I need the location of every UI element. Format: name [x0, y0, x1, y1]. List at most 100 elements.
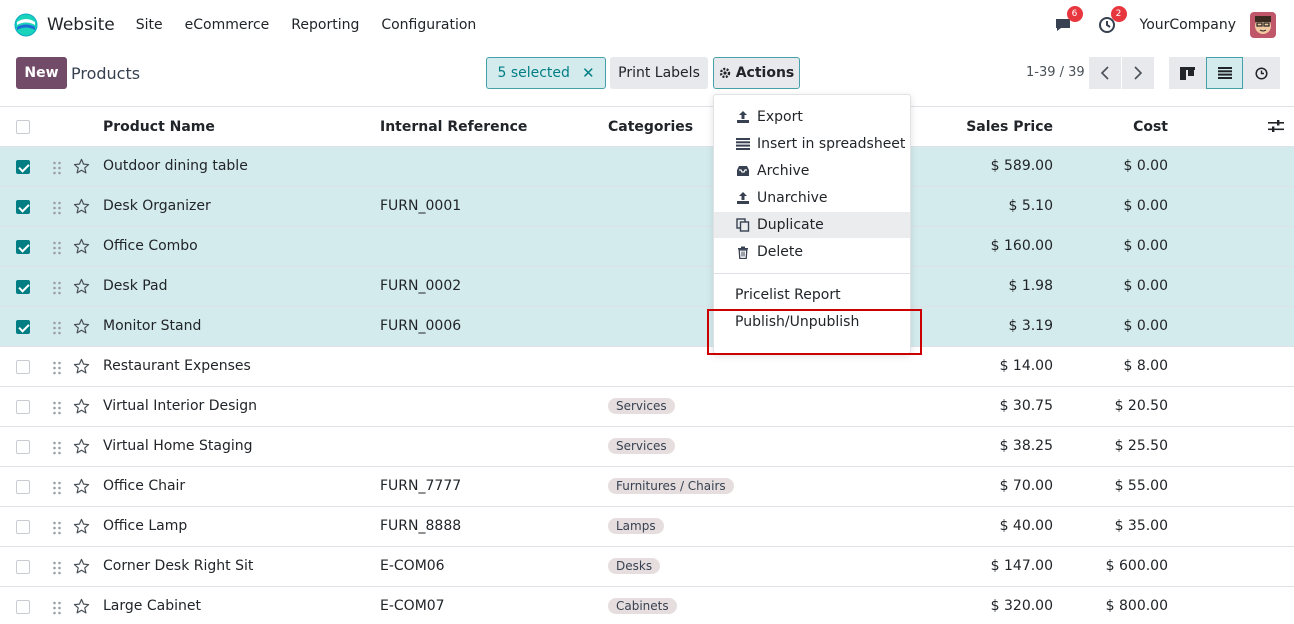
menu-ecommerce[interactable]: eCommerce	[185, 17, 270, 33]
star-icon[interactable]	[73, 278, 90, 295]
trash-icon	[735, 244, 751, 260]
table-row[interactable]: Office Lamp FURN_8888 Lamps $ 40.00 $ 35.00	[0, 507, 1294, 547]
drag-handle-icon[interactable]	[52, 161, 62, 175]
cell-sales-price: $ 38.25	[999, 438, 1053, 454]
column-header-sales-price[interactable]: Sales Price	[953, 119, 1053, 135]
copy-icon	[735, 217, 751, 233]
star-icon[interactable]	[73, 438, 90, 455]
row-checkbox[interactable]	[16, 400, 30, 414]
table-row[interactable]: Desk Organizer FURN_0001 $ 5.10 $ 0.00	[0, 187, 1294, 227]
row-checkbox[interactable]	[16, 600, 30, 614]
drag-handle-icon[interactable]	[52, 601, 62, 615]
star-icon[interactable]	[73, 598, 90, 615]
menu-item-archive[interactable]: Archive	[714, 158, 910, 184]
table-row[interactable]: Restaurant Expenses $ 14.00 $ 8.00	[0, 347, 1294, 387]
row-checkbox[interactable]	[16, 280, 30, 294]
star-icon[interactable]	[73, 318, 90, 335]
upload-icon	[735, 190, 751, 206]
menu-item-delete[interactable]: Delete	[714, 239, 910, 265]
drag-handle-icon[interactable]	[52, 321, 62, 335]
user-avatar[interactable]	[1250, 12, 1276, 38]
menu-site[interactable]: Site	[136, 17, 163, 33]
drag-handle-icon[interactable]	[52, 201, 62, 215]
kanban-view-button[interactable]	[1169, 57, 1206, 89]
new-button[interactable]: New	[16, 57, 67, 89]
row-checkbox[interactable]	[16, 200, 30, 214]
clear-selection-icon[interactable]: ✕	[582, 64, 595, 82]
row-checkbox[interactable]	[16, 480, 30, 494]
row-checkbox[interactable]	[16, 560, 30, 574]
table-row[interactable]: Desk Pad FURN_0002 $ 1.98 $ 0.00	[0, 267, 1294, 307]
company-switcher[interactable]: YourCompany	[1140, 17, 1237, 33]
drag-handle-icon[interactable]	[52, 521, 62, 535]
drag-handle-icon[interactable]	[52, 481, 62, 495]
menu-configuration[interactable]: Configuration	[381, 17, 476, 33]
table-row[interactable]: Monitor Stand FURN_0006 $ 3.19 $ 0.00	[0, 307, 1294, 347]
menu-item-insert-spreadsheet[interactable]: Insert in spreadsheet	[714, 131, 910, 157]
optional-columns-toggle[interactable]	[1268, 119, 1284, 137]
activity-view-button[interactable]	[1243, 57, 1280, 89]
select-all-checkbox[interactable]	[16, 120, 30, 134]
pager-next-button[interactable]	[1122, 57, 1154, 89]
cell-product-name: Office Combo	[103, 238, 198, 254]
messages-button[interactable]: 6	[1052, 6, 1083, 36]
column-header-product-name[interactable]: Product Name	[103, 119, 215, 135]
table-row[interactable]: Office Combo $ 160.00 $ 0.00	[0, 227, 1294, 267]
drag-handle-icon[interactable]	[52, 281, 62, 295]
table-row[interactable]: Office Chair FURN_7777 Furnitures / Chairs…	[0, 467, 1294, 507]
star-icon[interactable]	[73, 558, 90, 575]
selected-count: 5 selected	[497, 65, 570, 81]
pager-previous-button[interactable]	[1089, 57, 1121, 89]
cell-cost: $ 35.00	[1114, 518, 1168, 534]
column-header-categories[interactable]: Categories	[608, 119, 693, 135]
row-checkbox[interactable]	[16, 440, 30, 454]
cell-product-name: Monitor Stand	[103, 318, 202, 334]
table-row[interactable]: Large Cabinet E-COM07 Cabinets $ 320.00 $ 80…	[0, 587, 1294, 624]
app-brand[interactable]: Website	[14, 13, 136, 37]
drag-handle-icon[interactable]	[52, 361, 62, 375]
drag-handle-icon[interactable]	[52, 241, 62, 255]
column-header-cost[interactable]: Cost	[1068, 119, 1168, 135]
row-checkbox[interactable]	[16, 360, 30, 374]
cell-internal-reference: FURN_0006	[380, 318, 462, 334]
drag-handle-icon[interactable]	[52, 401, 62, 415]
table-row[interactable]: Virtual Home Staging Services $ 38.25 $ 25.…	[0, 427, 1294, 467]
star-icon[interactable]	[73, 518, 90, 535]
menu-item-pricelist-report[interactable]: Pricelist Report	[735, 287, 841, 303]
star-icon[interactable]	[73, 158, 90, 175]
print-labels-button[interactable]: Print Labels	[610, 57, 708, 89]
menu-item-duplicate[interactable]: Duplicate	[714, 212, 910, 238]
menu-item-unarchive[interactable]: Unarchive	[714, 185, 910, 211]
clock-icon	[1255, 66, 1268, 80]
menu-item-export[interactable]: Export	[714, 104, 910, 130]
cell-cost: $ 25.50	[1114, 438, 1168, 454]
column-header-internal-reference[interactable]: Internal Reference	[380, 119, 527, 135]
row-checkbox[interactable]	[16, 240, 30, 254]
star-icon[interactable]	[73, 478, 90, 495]
activities-button[interactable]: 2	[1096, 6, 1127, 36]
cell-cost: $ 55.00	[1114, 478, 1168, 494]
pager-value[interactable]: 1-39 / 39	[1026, 65, 1085, 80]
row-checkbox[interactable]	[16, 160, 30, 174]
row-checkbox[interactable]	[16, 520, 30, 534]
star-icon[interactable]	[73, 238, 90, 255]
cell-categories: Desks	[608, 557, 661, 574]
drag-handle-icon[interactable]	[52, 561, 62, 575]
star-icon[interactable]	[73, 398, 90, 415]
cell-sales-price: $ 589.00	[990, 158, 1053, 174]
list-view-button[interactable]	[1206, 57, 1243, 89]
table-row[interactable]: Virtual Interior Design Services $ 30.75 $ …	[0, 387, 1294, 427]
table-row[interactable]: Outdoor dining table $ 589.00 $ 0.00	[0, 147, 1294, 187]
table-body: Outdoor dining table $ 589.00 $ 0.00 Desk O…	[0, 147, 1294, 624]
actions-button[interactable]: Actions	[713, 57, 800, 89]
cell-internal-reference: FURN_0001	[380, 198, 462, 214]
row-checkbox[interactable]	[16, 320, 30, 334]
drag-handle-icon[interactable]	[52, 441, 62, 455]
sliders-icon	[1268, 120, 1284, 132]
cell-internal-reference: E-COM06	[380, 558, 445, 574]
table-row[interactable]: Corner Desk Right Sit E-COM06 Desks $ 147.0…	[0, 547, 1294, 587]
star-icon[interactable]	[73, 198, 90, 215]
selection-indicator: 5 selected ✕	[486, 57, 606, 89]
star-icon[interactable]	[73, 358, 90, 375]
menu-reporting[interactable]: Reporting	[291, 17, 359, 33]
